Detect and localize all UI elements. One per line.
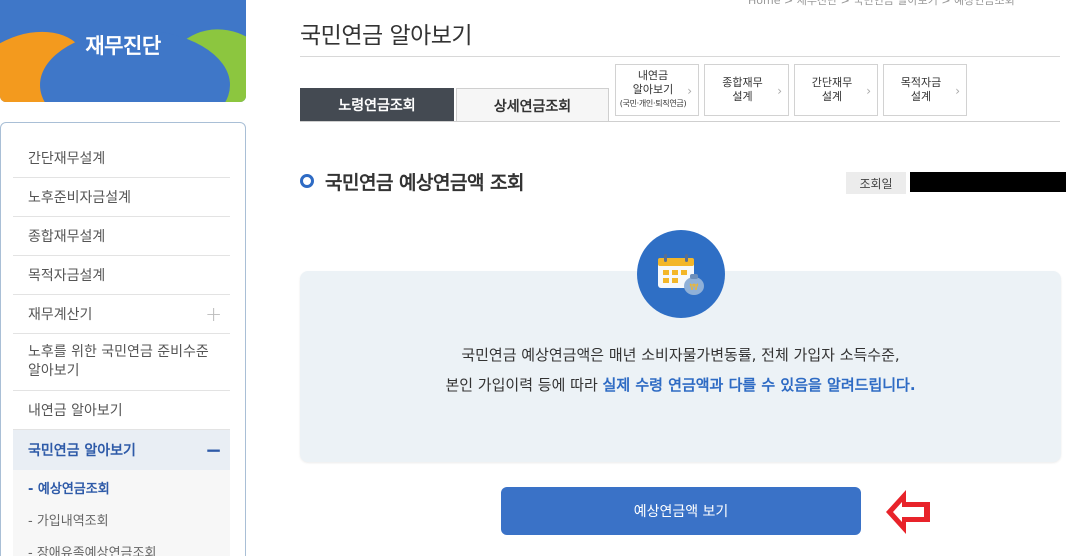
section-title: 국민연금 예상연금액 조회 xyxy=(325,172,525,194)
chevron-right-icon: › xyxy=(955,84,960,98)
divider xyxy=(300,56,1060,57)
breadcrumb: Home > 재무진단 > 국민연금 알아보기 > 예상연금조회 xyxy=(748,0,1015,7)
chevron-right-icon: › xyxy=(777,84,782,98)
info-text-prefix: 본인 가입이력 등에 따라 xyxy=(445,376,603,394)
sidebar-item-label: 노후준비자금설계 xyxy=(28,190,132,206)
tab-simple-plan[interactable]: 간단재무 설계 › xyxy=(794,64,878,116)
info-text: 국민연금 예상연금액은 매년 소비자물가변동률, 전체 가입자 소득수준, xyxy=(461,346,900,364)
tab-label: 간단재무 xyxy=(811,76,853,89)
sidebar-item-national-pension[interactable]: 국민연금 알아보기 − xyxy=(13,430,230,470)
calendar-money-icon: ₩ xyxy=(637,230,725,318)
sidebar-item-label: 목적자금설계 xyxy=(28,268,106,284)
tab-purpose-fund[interactable]: 목적자금 설계 › xyxy=(883,64,967,116)
divider xyxy=(300,121,1060,122)
tab-label: 설계 xyxy=(910,90,932,103)
sidebar-menu: 간단재무설계 노후준비자금설계 종합재무설계 목적자금설계 재무계산기 + 노후… xyxy=(0,122,246,556)
sidebar-item-label: 노후를 위한 국민연금 준비수준 알아보기 xyxy=(28,344,209,379)
sidebar-item-label: 내연금 알아보기 xyxy=(28,403,123,419)
tab-label: 종합재무 xyxy=(722,76,763,89)
info-text-highlight: 실제 수령 연금액과 다를 수 있음을 알려드립니다. xyxy=(602,376,916,394)
chevron-right-icon: › xyxy=(687,84,692,98)
tab-label: 알아보기 xyxy=(632,83,674,96)
sidebar-item-my-pension[interactable]: 내연금 알아보기 xyxy=(13,391,230,430)
sidebar-title: 재무진단 xyxy=(85,34,161,58)
tab-label: (국민·개인·퇴직연금) xyxy=(619,99,687,108)
view-expected-pension-button[interactable]: 예상연금액 보기 xyxy=(501,487,861,535)
date-label: 조회일 xyxy=(846,172,906,194)
tab-old-age-pension[interactable]: 노령연금조회 xyxy=(300,88,454,122)
sidebar-header: 재무진단 xyxy=(0,0,246,102)
tab-label: 내연금 xyxy=(637,69,669,82)
date-value-redacted xyxy=(910,172,1066,192)
plus-icon[interactable]: + xyxy=(205,302,222,326)
bullet-icon xyxy=(300,174,314,188)
sidebar-item-label: 간단재무설계 xyxy=(28,151,106,167)
tab-label: 설계 xyxy=(732,90,753,103)
sidebar-item-purpose-fund[interactable]: 목적자금설계 xyxy=(13,256,230,295)
chevron-right-icon: › xyxy=(866,84,871,98)
sub-item-expected-pension[interactable]: - 예상연금조회 xyxy=(13,474,230,506)
sidebar-item-comprehensive-plan[interactable]: 종합재무설계 xyxy=(13,217,230,256)
sidebar-item-retirement-fund[interactable]: 노후준비자금설계 xyxy=(13,178,230,217)
tab-label: 설계 xyxy=(821,90,843,103)
sidebar-item-label: 종합재무설계 xyxy=(28,229,106,245)
page-title: 국민연금 알아보기 xyxy=(300,23,473,49)
info-text: 본인 가입이력 등에 따라 실제 수령 연금액과 다를 수 있음을 알려드립니다… xyxy=(300,374,1061,395)
sidebar-sub-list: - 예상연금조회 - 가입내역조회 - 장애유족예상연금조회 xyxy=(13,470,230,556)
sidebar-item-simple-plan[interactable]: 간단재무설계 xyxy=(13,139,230,178)
svg-text:₩: ₩ xyxy=(690,283,699,293)
sidebar-item-label: 재무계산기 xyxy=(28,307,93,323)
arrow-left-icon xyxy=(886,490,930,534)
tab-label: 목적자금 xyxy=(900,76,942,89)
sidebar-item-pension-readiness[interactable]: 노후를 위한 국민연금 준비수준 알아보기 xyxy=(13,334,230,391)
sub-item-enrollment-history[interactable]: - 가입내역조회 xyxy=(13,506,230,538)
sidebar-item-calculator[interactable]: 재무계산기 + xyxy=(13,295,230,334)
sub-item-disability-survivor[interactable]: - 장애유족예상연금조회 xyxy=(13,538,230,556)
tab-detailed-pension[interactable]: 상세연금조회 xyxy=(456,88,609,122)
tab-my-pension[interactable]: 내연금 알아보기 (국민·개인·퇴직연금) › xyxy=(615,64,699,116)
sidebar-item-label: 국민연금 알아보기 xyxy=(28,443,136,459)
minus-icon[interactable]: − xyxy=(205,438,222,462)
tab-comprehensive-plan[interactable]: 종합재무 설계 › xyxy=(704,64,789,116)
